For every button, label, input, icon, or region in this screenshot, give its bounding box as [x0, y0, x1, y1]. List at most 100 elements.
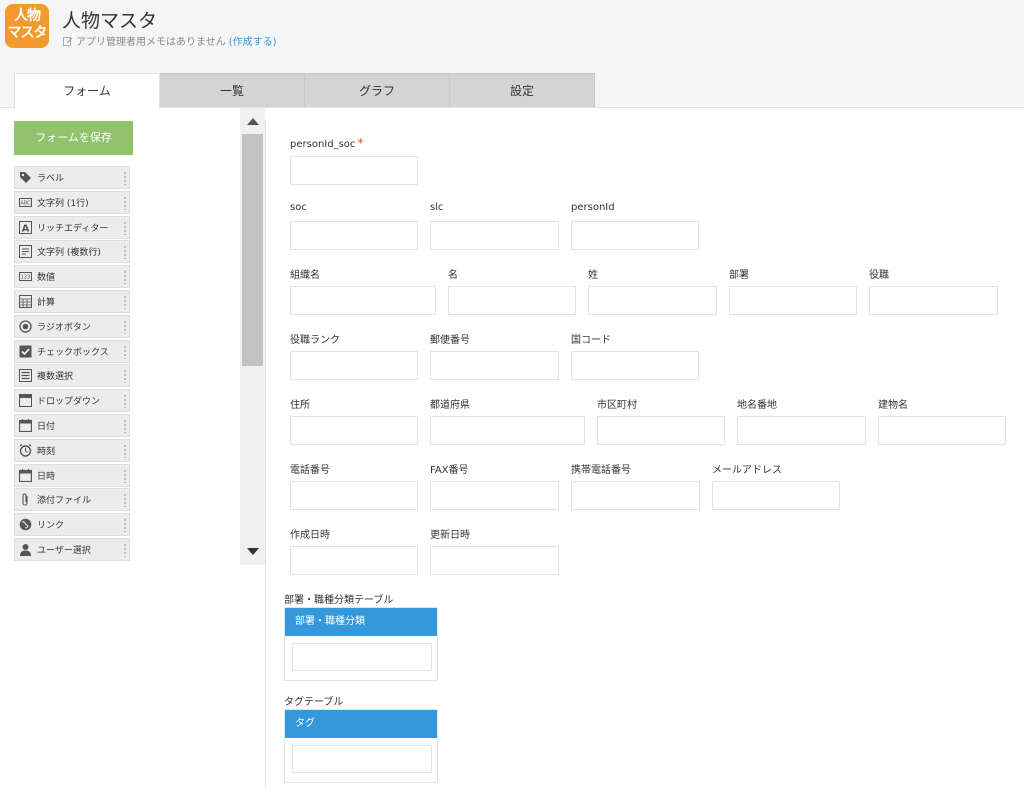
palette-item-user-select[interactable]: ユーザー選択 [14, 537, 130, 561]
palette-item-rich-editor[interactable]: A リッチエディター [14, 215, 130, 239]
number-icon: 123 [19, 272, 32, 282]
field-label-prefecture: 都道府県 [430, 400, 470, 411]
palette-item-date[interactable]: 日付 [14, 413, 130, 437]
field-input-soc[interactable] [290, 221, 418, 250]
field-input-postal[interactable] [430, 351, 559, 380]
table-tag[interactable]: タグ [284, 709, 438, 783]
field-input-updated[interactable] [430, 546, 559, 575]
memo-create-link[interactable]: (作成する) [229, 33, 277, 48]
dropdown-icon [19, 394, 32, 408]
palette-item-checkbox[interactable]: チェックボックス [14, 339, 130, 363]
field-label-slc: slc [430, 202, 444, 213]
palette-item-text: 複数選択 [37, 372, 74, 383]
palette-item-multi-line-text[interactable]: 文字列 (複数行) [14, 240, 130, 264]
field-label-personid: personId [571, 202, 615, 213]
tab-list[interactable]: 一覧 [159, 73, 305, 108]
svg-text:ABC: ABC [20, 200, 31, 206]
palette-item-time[interactable]: 時刻 [14, 438, 130, 462]
palette-item-datetime[interactable]: 日時 [14, 463, 130, 487]
paperclip-icon [22, 493, 28, 506]
palette-item-text: 文字列 (複数行) [37, 248, 101, 259]
field-label-country: 国コード [571, 335, 611, 346]
memo-text: アプリ管理者用メモはありません [76, 37, 226, 48]
field-input-org[interactable] [290, 286, 436, 315]
table-column-header: 部署・職種分類 [285, 608, 437, 636]
field-input-last-name[interactable] [588, 286, 717, 315]
field-label-building: 建物名 [878, 400, 908, 411]
table-cell-input[interactable] [292, 643, 432, 671]
field-input-address[interactable] [290, 416, 418, 445]
user-icon [20, 543, 31, 556]
app-memo: アプリ管理者用メモはありません (作成する) [63, 33, 277, 48]
field-input-personid-soc[interactable] [290, 156, 418, 185]
field-input-mobile[interactable] [571, 481, 700, 510]
field-label-first-name: 名 [448, 270, 458, 281]
palette-item-calc[interactable]: 計算 [14, 289, 130, 313]
field-input-position[interactable] [869, 286, 998, 315]
multi-select-icon [19, 369, 32, 383]
palette-item-dropdown[interactable]: ドロップダウン [14, 389, 130, 413]
table-dept-category[interactable]: 部署・職種分類 [284, 607, 438, 681]
table-cell-input[interactable] [292, 745, 432, 773]
tab-form[interactable]: フォーム [14, 73, 160, 109]
scroll-up-icon[interactable] [247, 118, 259, 125]
tag-icon [20, 172, 31, 183]
scroll-thumb[interactable] [242, 134, 263, 366]
field-input-street[interactable] [737, 416, 866, 445]
tab-graph[interactable]: グラフ [304, 73, 450, 108]
field-label-mobile: 携帯電話番号 [571, 465, 631, 476]
field-palette: フォームを保存 ラベル ABC 文字列 (1行) A リッチエディター 文字列 … [14, 120, 240, 565]
field-input-first-name[interactable] [448, 286, 576, 315]
field-input-building[interactable] [878, 416, 1006, 445]
palette-item-link[interactable]: リンク [14, 513, 130, 537]
checkbox-icon [19, 345, 32, 358]
datetime-icon [19, 468, 32, 482]
palette-list: ラベル ABC 文字列 (1行) A リッチエディター 文字列 (複数行) 12… [14, 166, 130, 565]
field-label-created: 作成日時 [290, 530, 330, 541]
memo-edit-icon [63, 36, 73, 46]
palette-item-radio[interactable]: ラジオボタン [14, 314, 130, 338]
field-input-dept[interactable] [729, 286, 857, 315]
field-label-email: メールアドレス [712, 465, 782, 476]
scroll-down-icon[interactable] [247, 548, 259, 555]
palette-scrollbar[interactable] [240, 108, 265, 565]
svg-text:A: A [22, 223, 30, 234]
palette-item-text: リンク [37, 521, 65, 532]
field-label-position-rank: 役職ランク [290, 335, 340, 346]
palette-item-text: 日時 [37, 471, 56, 482]
field-input-city[interactable] [597, 416, 725, 445]
field-input-prefecture[interactable] [430, 416, 585, 445]
palette-item-multi-select[interactable]: 複数選択 [14, 364, 130, 388]
app-title: 人物マスタ [62, 10, 158, 32]
radio-icon [19, 320, 32, 333]
tab-settings[interactable]: 設定 [449, 73, 595, 108]
field-input-country[interactable] [571, 351, 699, 380]
clock-icon [19, 443, 32, 457]
field-input-created[interactable] [290, 546, 418, 575]
field-input-slc[interactable] [430, 221, 559, 250]
field-label-postal: 郵便番号 [430, 335, 470, 346]
palette-item-single-line-text[interactable]: ABC 文字列 (1行) [14, 190, 130, 214]
palette-item-attachment[interactable]: 添付ファイル [14, 488, 130, 512]
palette-item-text: 計算 [37, 297, 56, 308]
palette-item-text: 文字列 (1行) [37, 198, 89, 209]
field-input-position-rank[interactable] [290, 351, 418, 380]
palette-item-text: ラベル [37, 174, 65, 184]
field-input-email[interactable] [712, 481, 840, 510]
calculator-icon [19, 294, 32, 308]
save-form-button[interactable]: フォームを保存 [14, 121, 133, 155]
palette-item-label[interactable]: ラベル [14, 166, 130, 189]
field-label-city: 市区町村 [597, 400, 637, 411]
field-input-fax[interactable] [430, 481, 559, 510]
table-row [285, 636, 437, 680]
palette-item-text: 日付 [37, 421, 56, 432]
palette-item-text: 添付ファイル [37, 496, 92, 507]
required-mark: * [357, 136, 364, 150]
field-input-phone[interactable] [290, 481, 418, 510]
tab-bar: フォーム 一覧 グラフ 設定 [14, 73, 595, 109]
palette-item-number[interactable]: 123 数値 [14, 265, 130, 289]
field-label-fax: FAX番号 [430, 465, 469, 476]
field-input-personid[interactable] [571, 221, 699, 250]
palette-item-text: リッチエディター [37, 223, 109, 234]
palette-item-text: 時刻 [37, 446, 56, 457]
